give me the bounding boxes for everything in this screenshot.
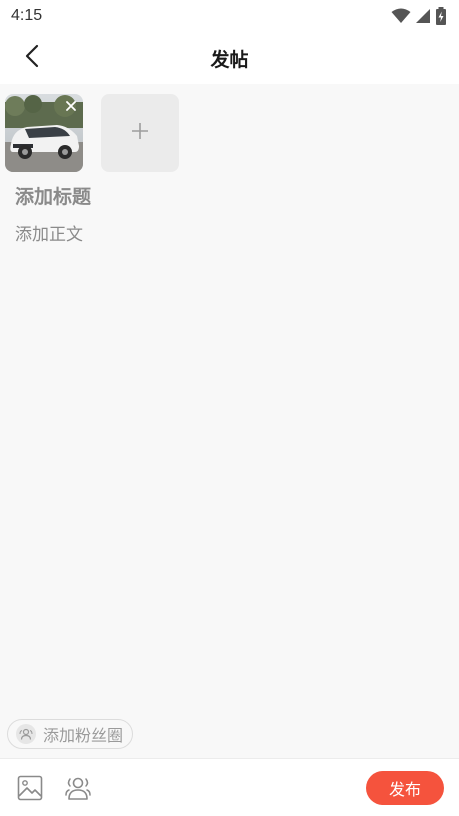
plus-icon [131,122,149,144]
fan-circle-tool-button[interactable] [64,774,92,802]
add-fan-circle-button[interactable]: 添加粉丝圈 [7,719,134,749]
nav-bar: 发帖 [0,32,459,84]
image-list [5,94,179,172]
add-image-button[interactable] [101,94,179,172]
publish-button[interactable]: 发布 [366,771,444,805]
people-icon [16,724,36,744]
close-icon [66,101,76,111]
group-icon [64,777,92,806]
cellular-signal-icon [415,8,431,24]
wifi-icon [391,8,411,24]
title-input[interactable] [15,184,435,210]
bottom-toolbar: 发布 [0,758,459,816]
page-title: 发帖 [210,48,249,71]
post-editor: 添加粉丝圈 [0,84,459,758]
back-button[interactable] [18,44,46,72]
insert-image-button[interactable] [16,774,44,802]
remove-image-button[interactable] [63,98,79,114]
image-icon [16,775,44,806]
status-bar: 4:15 [0,0,459,32]
body-input[interactable] [15,220,445,700]
attached-image-thumbnail[interactable] [5,94,83,172]
status-icons [391,7,447,25]
chevron-left-icon [25,44,39,72]
add-fan-circle-label: 添加粉丝圈 [43,726,124,745]
battery-charging-icon [435,7,447,25]
status-time: 4:15 [11,7,43,24]
